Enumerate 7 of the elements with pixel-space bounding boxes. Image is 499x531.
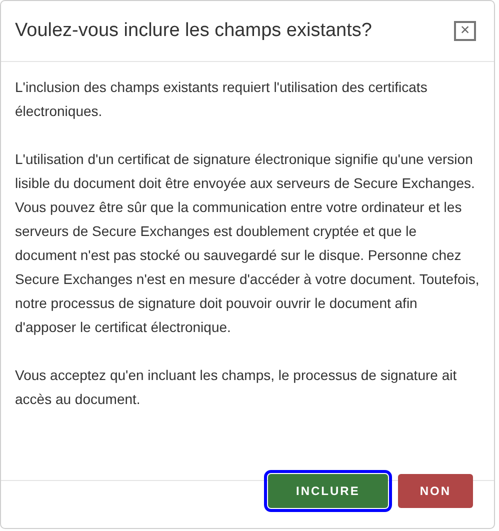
close-button[interactable]: × [454,21,476,41]
dialog-title: Voulez-vous inclure les champs existants? [15,18,372,43]
body-paragraph: L'inclusion des champs existants requiert l'utilisation des certificats électroniques. [15,78,428,121]
body-paragraph: Vous acceptez qu'en incluant les champs, le processus de signature ait accès au document. [15,366,458,409]
include-button[interactable]: INCLURE [268,474,388,508]
no-button[interactable]: NON [398,474,473,508]
body-paragraph: L'utilisation d'un certificat de signature électronique signifie qu'une version lisible du document doit être envoyée aux serveurs de Secure Exchanges. Vous pouvez être sûr que la communication entre votre ordinateur et les serveurs de Secure Exchanges est doublement cryptée et que le document n'est pas stocké ou sauvegardé sur le disque. Personne chez Secure Exchanges n'est en mesure d'accéder à votre document. Toutefois, notre processus de signature doit pouvoir ouvrir le document afin d'apposer le certificat électronique. [15,150,480,337]
